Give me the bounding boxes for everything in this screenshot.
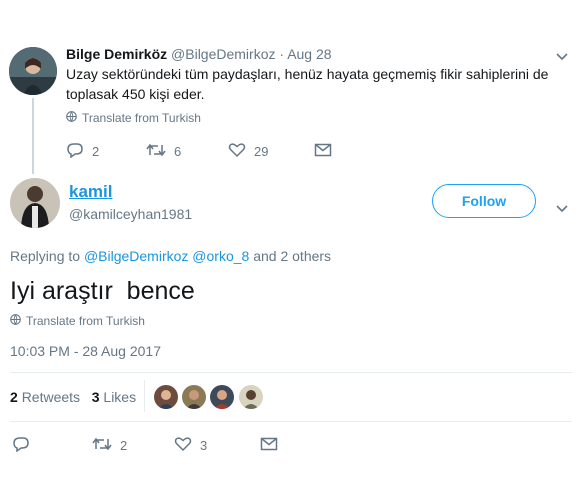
likes-count: 3: [91, 389, 100, 405]
parent-retweet-count: 6: [174, 144, 182, 159]
reply-icon: [12, 436, 30, 455]
dm-button[interactable]: [260, 437, 278, 454]
liker-avatar[interactable]: [182, 385, 206, 409]
retweets-stat[interactable]: 2 Retweets: [10, 389, 84, 405]
likes-stat[interactable]: 3 Likes: [92, 389, 136, 405]
likes-label: Likes: [103, 389, 137, 405]
parent-author-name[interactable]: Bilge Demirköz: [66, 46, 167, 62]
replying-user-bilge[interactable]: @BilgeDemirkoz: [84, 248, 188, 264]
author-handle[interactable]: @kamilceyhan1981: [69, 206, 192, 222]
stats-divider: [144, 380, 145, 412]
divider: [10, 372, 572, 373]
retweet-icon: [146, 142, 166, 161]
author-name-text: kamil: [69, 182, 113, 201]
parent-like-button[interactable]: 29: [228, 142, 314, 161]
replying-to: Replying to @BilgeDemirkoz @orko_8 and 2…: [10, 248, 331, 264]
mail-icon: [260, 437, 278, 454]
replying-prefix: Replying to: [10, 248, 81, 264]
replying-user-orko[interactable]: @orko_8: [192, 248, 249, 264]
replying-others[interactable]: and 2 others: [253, 248, 331, 264]
author-name[interactable]: kamil: [69, 182, 112, 202]
parent-translate-label: Translate from Turkish: [82, 111, 201, 125]
retweets-label: Retweets: [21, 389, 81, 405]
tweet-text: Iyi araştır bence: [10, 277, 195, 305]
retweet-action-count: 2: [120, 438, 128, 453]
parent-tweet-text: Uzay sektöründeki tüm paydaşları, henüz …: [66, 64, 556, 104]
like-button[interactable]: 3: [174, 436, 260, 455]
chevron-down-icon[interactable]: [556, 200, 568, 218]
header-separator: ·: [279, 46, 285, 62]
parent-avatar[interactable]: [9, 47, 57, 95]
translate-label: Translate from Turkish: [26, 314, 145, 328]
parent-text-line-2: toplasak 450 kişi eder.: [66, 86, 205, 102]
translate-link[interactable]: Translate from Turkish: [10, 314, 145, 328]
thread-line: [32, 98, 34, 174]
liker-avatar[interactable]: [154, 385, 178, 409]
parent-author-handle[interactable]: @BilgeDemirkoz: [171, 46, 275, 62]
mail-icon: [314, 143, 332, 160]
parent-tweet-header: Bilge Demirköz @BilgeDemirkoz · Aug 28: [66, 46, 332, 62]
parent-translate-link[interactable]: Translate from Turkish: [66, 111, 201, 125]
parent-reply-count: 2: [92, 144, 100, 159]
liker-avatar[interactable]: [210, 385, 234, 409]
chevron-down-icon[interactable]: [556, 50, 568, 64]
retweet-button[interactable]: 2: [92, 436, 174, 455]
retweets-count: 2: [10, 389, 18, 405]
reply-icon: [66, 142, 84, 161]
parent-like-count: 29: [254, 144, 269, 159]
parent-reply-button[interactable]: 2: [66, 142, 146, 161]
liker-avatar[interactable]: [239, 385, 263, 409]
tweet-timestamp[interactable]: 10:03 PM - 28 Aug 2017: [10, 343, 161, 359]
tweet-stats: 2 Retweets 3 Likes: [10, 389, 136, 405]
follow-button[interactable]: Follow: [432, 184, 536, 218]
parent-text-line-1: Uzay sektöründeki tüm paydaşları, henüz …: [66, 66, 549, 82]
globe-icon: [10, 314, 21, 328]
like-action-count: 3: [200, 438, 208, 453]
parent-tweet-actions: 2 6 29: [66, 142, 332, 161]
tweet-actions: 2 3: [12, 436, 278, 455]
heart-icon: [228, 142, 246, 161]
divider: [10, 421, 572, 422]
heart-icon: [174, 436, 192, 455]
globe-icon: [66, 111, 77, 125]
reply-button[interactable]: [12, 436, 92, 455]
author-avatar[interactable]: [10, 178, 60, 228]
retweet-icon: [92, 436, 112, 455]
parent-dm-button[interactable]: [314, 143, 332, 160]
parent-retweet-button[interactable]: 6: [146, 142, 228, 161]
parent-tweet-date[interactable]: Aug 28: [287, 46, 331, 62]
